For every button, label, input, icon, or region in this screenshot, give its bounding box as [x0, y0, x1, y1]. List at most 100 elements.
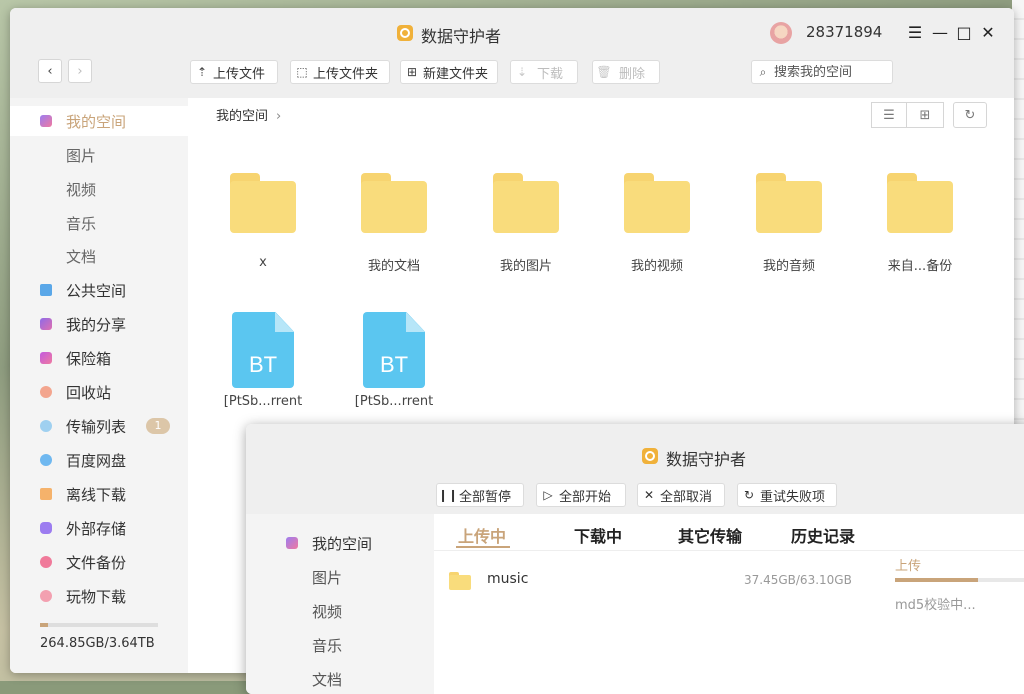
upload-file-button[interactable]: ⇡ 上传文件 [190, 60, 278, 84]
app-logo-icon [642, 448, 658, 464]
grid-view-icon: ⊞ [919, 107, 931, 123]
file-item[interactable]: x [213, 173, 313, 270]
sidebar-item-music[interactable]: 音乐 [10, 208, 188, 238]
delete-button[interactable]: 🗑 删除 [592, 60, 660, 84]
new-folder-button[interactable]: ⊞ 新建文件夹 [400, 60, 498, 84]
sidebar-item-label: 我的空间 [66, 112, 127, 131]
breadcrumb[interactable]: 我的空间 › [216, 105, 281, 124]
sidebar-item-safe[interactable]: 保险箱 [10, 343, 188, 373]
tab-uploading[interactable]: 上传中 [458, 523, 506, 547]
transfer-sidebar: 我的空间 图片 视频 音乐 文档 [246, 514, 434, 694]
start-all-button[interactable]: ▷ 全部开始 [536, 483, 626, 507]
file-item[interactable]: 我的音频 [739, 173, 839, 274]
file-item[interactable]: 我的文档 [344, 173, 444, 274]
sidebar-item-label: 文档 [66, 247, 97, 266]
list-view-button[interactable]: ☰ [871, 102, 907, 128]
storage-usage-bar [40, 623, 158, 627]
sidebar-item-label: 图片 [66, 146, 97, 165]
bt-file-icon: BT [363, 312, 425, 388]
file-name: 我的图片 [499, 259, 552, 274]
sidebar-item-label: 音乐 [312, 637, 343, 655]
tab-history[interactable]: 历史记录 [791, 523, 855, 547]
sidebar-item-pictures[interactable]: 图片 [246, 562, 434, 592]
download-button[interactable]: ⇣ 下载 [510, 60, 578, 84]
tab-downloading[interactable]: 下载中 [574, 523, 622, 547]
search-input[interactable] [774, 64, 884, 80]
share-icon [40, 318, 52, 330]
file-item[interactable]: 来自...备份 [870, 173, 970, 274]
transfer-window: 数据守护者 ❙❙ 全部暂停 ▷ 全部开始 ✕ 全部取消 ↻ 重试失败项 我的空间… [246, 424, 1024, 694]
external-storage-icon [40, 522, 52, 534]
file-name: [PtSb...rrent [354, 394, 434, 409]
sidebar-item-wanwu-download[interactable]: 玩物下载 [10, 581, 188, 611]
sidebar-item-label: 文档 [312, 671, 343, 689]
sidebar-item-documents[interactable]: 文档 [246, 664, 434, 694]
close-icon[interactable]: ✕ [978, 22, 998, 42]
sidebar-item-baidu-cloud[interactable]: 百度网盘 [10, 445, 188, 475]
chevron-left-icon: ‹ [47, 63, 53, 79]
my-space-icon [40, 115, 52, 127]
upload-icon: ⇡ [196, 65, 208, 79]
sidebar-item-label: 保险箱 [66, 349, 112, 368]
sidebar-item-label: 传输列表 [66, 417, 127, 436]
sidebar-item-pictures[interactable]: 图片 [10, 140, 188, 170]
play-icon: ▷ [543, 488, 553, 502]
tab-other-transfers[interactable]: 其它传输 [678, 523, 742, 547]
breadcrumb-item[interactable]: 我的空间 [216, 109, 268, 124]
trash-icon [40, 386, 52, 398]
sidebar-item-my-share[interactable]: 我的分享 [10, 309, 188, 339]
folder-icon [493, 173, 559, 233]
sidebar-item-videos[interactable]: 视频 [246, 596, 434, 626]
retry-failed-button[interactable]: ↻ 重试失败项 [737, 483, 837, 507]
sidebar-item-offline-download[interactable]: 离线下载 [10, 479, 188, 509]
grid-view-button[interactable]: ⊞ [906, 102, 944, 128]
safe-icon [40, 352, 52, 364]
sidebar-item-file-backup[interactable]: 文件备份 [10, 547, 188, 577]
minimize-icon[interactable]: — [930, 22, 950, 42]
pause-icon: ❙❙ [437, 488, 459, 502]
sidebar-item-documents[interactable]: 文档 [10, 241, 188, 271]
chevron-right-icon: › [77, 63, 83, 79]
sidebar-item-label: 公共空间 [66, 281, 127, 300]
file-item[interactable]: 我的图片 [476, 173, 576, 274]
task-status: md5校验中... [895, 598, 976, 613]
sidebar-item-label: 我的空间 [312, 535, 373, 553]
public-space-icon [40, 284, 52, 296]
forward-button[interactable]: › [68, 59, 92, 83]
task-progress-fill [895, 578, 978, 582]
sidebar-item-my-space[interactable]: 我的空间 [246, 528, 434, 558]
list-view-icon: ☰ [883, 107, 895, 123]
upload-folder-icon: ⬚ [296, 65, 308, 79]
sidebar-item-my-space[interactable]: 我的空间 [10, 106, 188, 136]
sidebar: 我的空间 图片 视频 音乐 文档 公共空间 我的分享 保险箱 回收站 传输列表 … [10, 98, 188, 673]
menu-icon[interactable]: ☰ [905, 22, 925, 42]
sidebar-item-recycle-bin[interactable]: 回收站 [10, 377, 188, 407]
sidebar-item-label: 百度网盘 [66, 451, 127, 470]
title-bar: 数据守护者 28371894 ☰ — □ ✕ [10, 8, 1014, 58]
sidebar-item-videos[interactable]: 视频 [10, 174, 188, 204]
retry-icon: ↻ [743, 488, 755, 502]
search-box[interactable]: ⌕ [751, 60, 893, 84]
file-item[interactable]: 我的视频 [607, 173, 707, 274]
refresh-button[interactable]: ↻ [953, 102, 987, 128]
window-title: 数据守护者 [666, 450, 747, 469]
sidebar-item-music[interactable]: 音乐 [246, 630, 434, 660]
maximize-icon[interactable]: □ [954, 22, 974, 42]
file-item[interactable]: BT [PtSb...rrent [344, 312, 444, 409]
user-avatar[interactable] [770, 22, 792, 44]
offline-download-icon [40, 488, 52, 500]
upload-folder-button[interactable]: ⬚ 上传文件夹 [290, 60, 390, 84]
transfer-task-row[interactable]: music 37.45GB/63.10GB 上传 md5校验中... [434, 550, 1024, 630]
back-button[interactable]: ‹ [38, 59, 62, 83]
baidu-cloud-icon [40, 454, 52, 466]
sidebar-item-external-storage[interactable]: 外部存储 [10, 513, 188, 543]
sidebar-item-label: 离线下载 [66, 485, 127, 504]
close-icon: ✕ [643, 488, 655, 502]
file-item[interactable]: BT [PtSb...rrent [213, 312, 313, 409]
cancel-all-button[interactable]: ✕ 全部取消 [637, 483, 725, 507]
file-name: 我的音频 [762, 259, 815, 274]
new-folder-label: 新建文件夹 [423, 66, 489, 82]
pause-all-button[interactable]: ❙❙ 全部暂停 [436, 483, 524, 507]
sidebar-item-public-space[interactable]: 公共空间 [10, 275, 188, 305]
sidebar-item-transfer-list[interactable]: 传输列表 1 [10, 411, 188, 441]
